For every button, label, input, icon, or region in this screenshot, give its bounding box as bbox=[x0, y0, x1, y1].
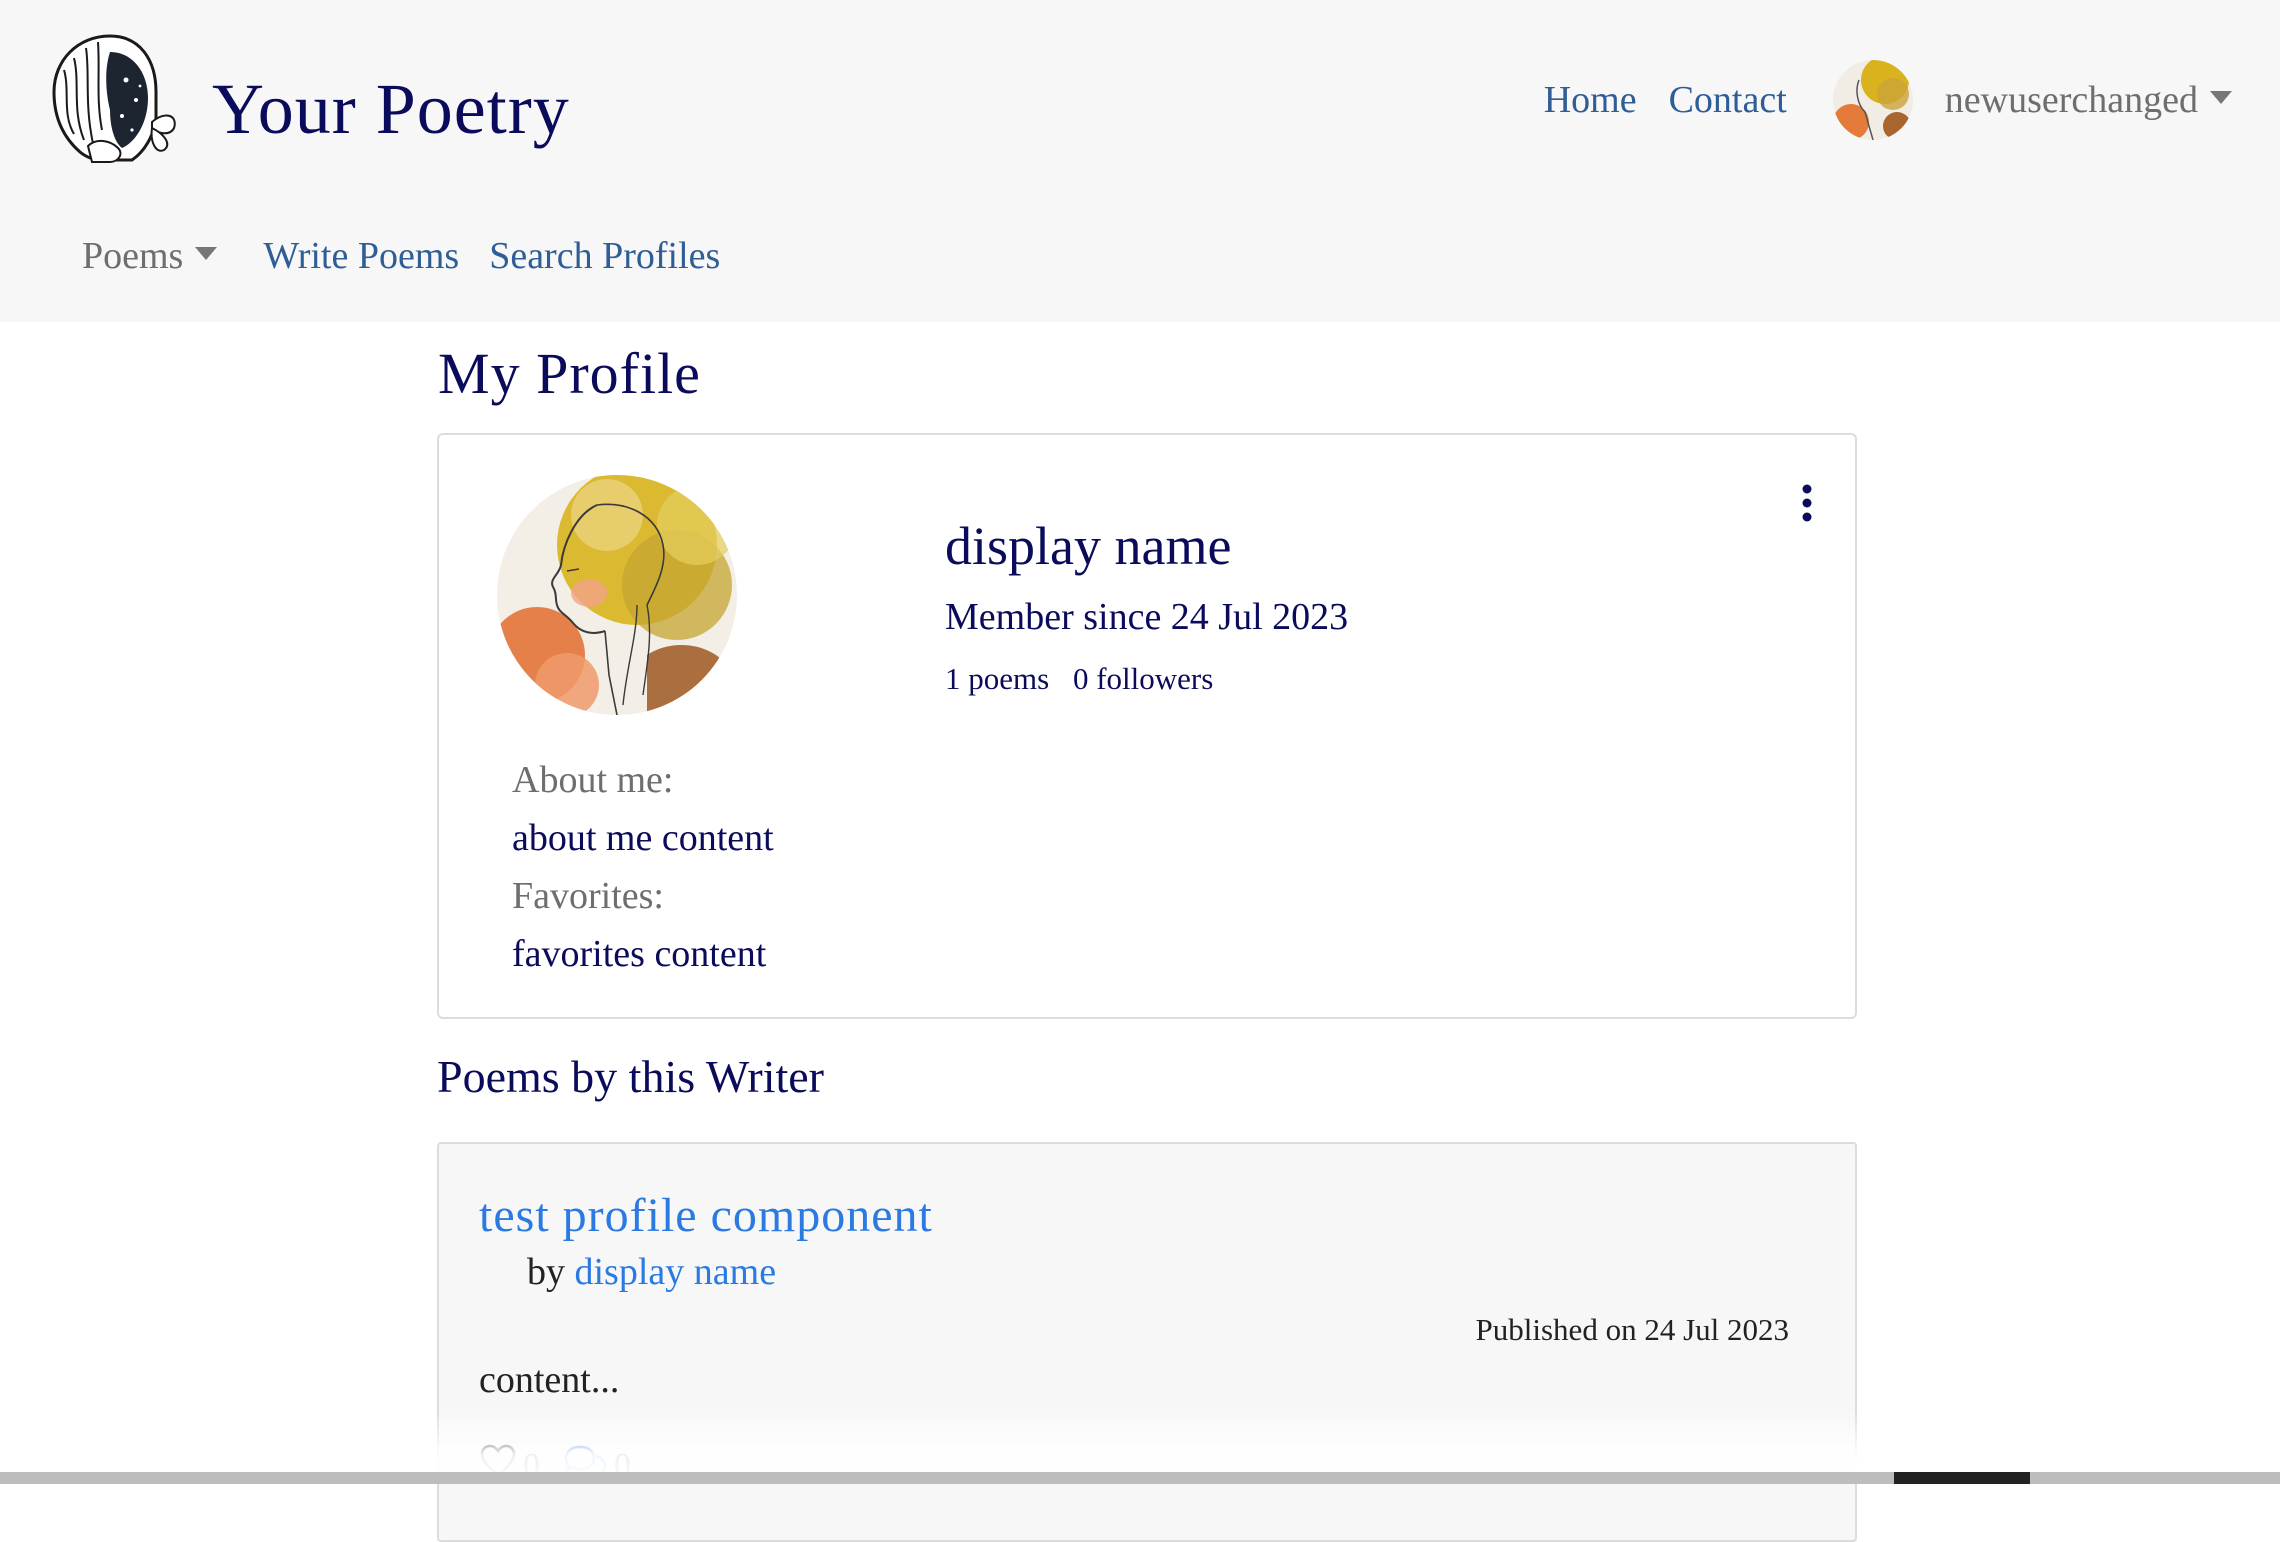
followers-count[interactable]: 0 followers bbox=[1073, 661, 1213, 696]
caret-down-icon bbox=[2210, 90, 2232, 104]
profile-avatar bbox=[497, 475, 737, 715]
poems-count[interactable]: 1 poems bbox=[945, 661, 1049, 696]
user-avatar[interactable] bbox=[1832, 60, 1913, 140]
poems-section-title: Poems by this Writer bbox=[437, 1051, 825, 1102]
brand-title[interactable]: Your Poetry bbox=[212, 68, 570, 151]
favorites-value: favorites content bbox=[512, 933, 767, 975]
top-nav: Home Contact newuserchanged bbox=[1544, 58, 2232, 142]
bottom-bar-indicator bbox=[1894, 1472, 2030, 1484]
about-section: About me: about me content Favorites: fa… bbox=[512, 751, 774, 983]
username-label: newuserchanged bbox=[1944, 79, 2198, 121]
poems-dropdown[interactable]: Poems bbox=[82, 234, 218, 278]
poem-author-link[interactable]: display name bbox=[575, 1251, 777, 1293]
poem-excerpt: content... bbox=[479, 1359, 620, 1401]
profile-card: display name Member since 24 Jul 2023 1 … bbox=[437, 433, 1857, 1019]
secondary-nav: Poems Write Poems Search Profiles bbox=[82, 234, 720, 278]
poem-by-label: by bbox=[527, 1251, 565, 1293]
nav-contact-link[interactable]: Contact bbox=[1669, 78, 1787, 122]
about-me-value: about me content bbox=[512, 817, 774, 859]
woman-face-logo-icon[interactable] bbox=[40, 30, 180, 166]
poem-title-link[interactable]: test profile component bbox=[479, 1188, 933, 1243]
profile-display-name: display name bbox=[945, 516, 1232, 576]
page-title: My Profile bbox=[438, 341, 701, 406]
window-bottom-bar bbox=[0, 1472, 2280, 1484]
member-since: Member since 24 Jul 2023 bbox=[945, 596, 1349, 638]
search-profiles-link[interactable]: Search Profiles bbox=[489, 234, 720, 278]
favorites-label: Favorites: bbox=[512, 875, 664, 917]
poems-dropdown-label: Poems bbox=[82, 235, 184, 277]
user-menu-dropdown[interactable]: newuserchanged bbox=[1945, 78, 2232, 122]
poem-published-date: Published on 24 Jul 2023 bbox=[1475, 1312, 1789, 1347]
nav-home-link[interactable]: Home bbox=[1544, 78, 1637, 122]
profile-stats: 1 poems 0 followers bbox=[945, 661, 1213, 697]
caret-down-icon bbox=[195, 246, 218, 260]
poem-author: by display name bbox=[527, 1250, 776, 1294]
navbar: Your Poetry Home Contact newuserchanged … bbox=[0, 0, 2280, 322]
kebab-menu-icon[interactable] bbox=[1797, 483, 1817, 523]
write-poems-link[interactable]: Write Poems bbox=[263, 234, 459, 278]
about-me-label: About me: bbox=[512, 759, 674, 801]
